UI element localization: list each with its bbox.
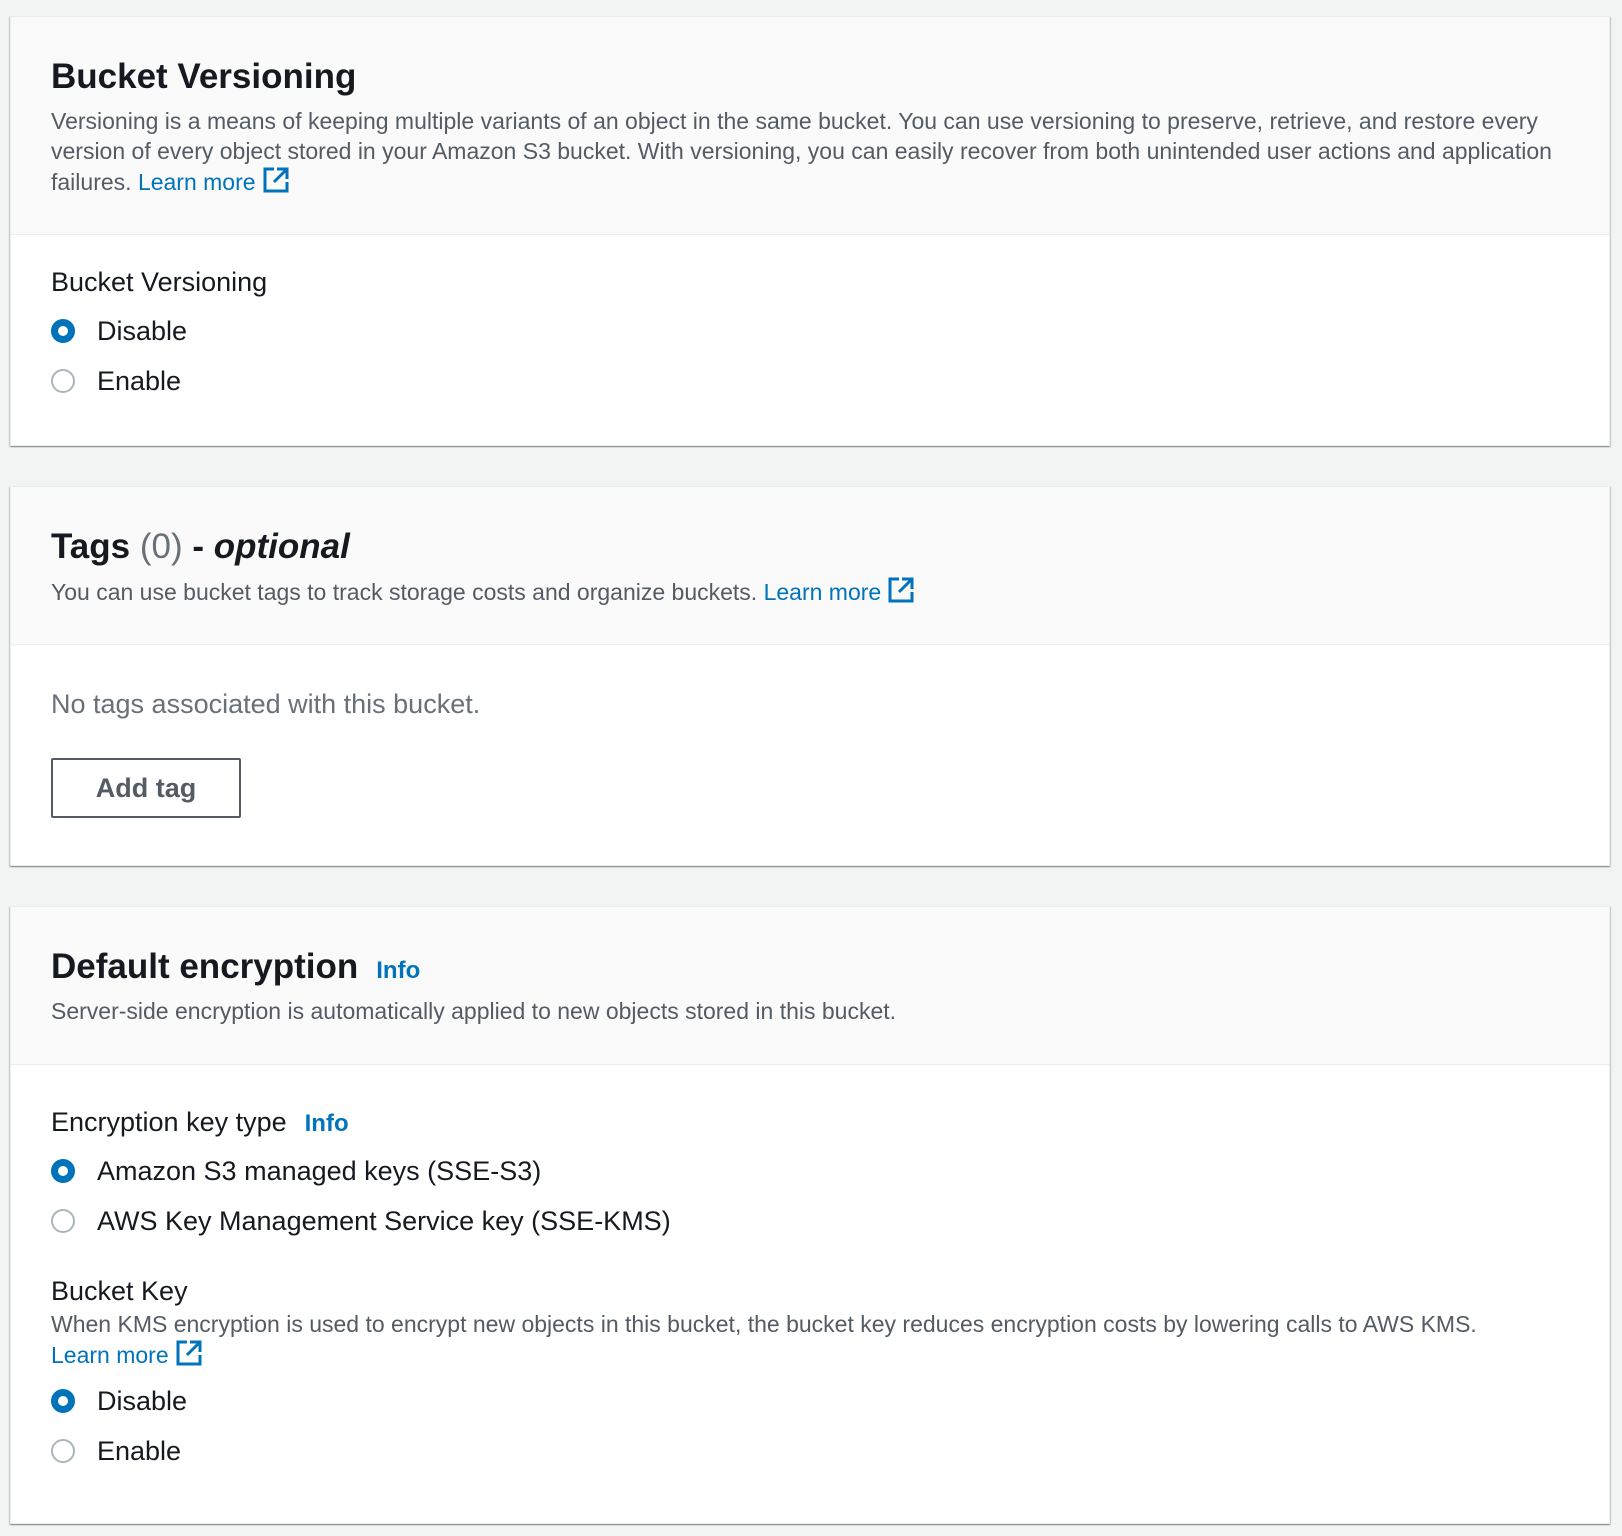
learn-more-link[interactable]: Learn more: [51, 1340, 203, 1368]
sse-s3-label: Amazon S3 managed keys (SSE-S3): [97, 1155, 542, 1186]
external-link-icon: [175, 1339, 203, 1374]
sse-s3-option[interactable]: Amazon S3 managed keys (SSE-S3): [51, 1146, 1569, 1196]
bucket-versioning-panel: Bucket Versioning Versioning is a means …: [10, 16, 1610, 446]
tags-actions: Add tag: [51, 758, 1569, 818]
radio-selected-icon[interactable]: [51, 1389, 75, 1413]
tags-title-text: Tags: [51, 527, 131, 566]
encryption-key-type-radio-group: Amazon S3 managed keys (SSE-S3) AWS Key …: [51, 1146, 1569, 1246]
radio-unselected-icon[interactable]: [51, 1439, 75, 1463]
learn-more-link[interactable]: Learn more: [137, 167, 290, 195]
info-link[interactable]: Info: [305, 1110, 349, 1137]
versioning-disable-label: Disable: [97, 315, 188, 346]
learn-more-link[interactable]: Learn more: [763, 577, 916, 605]
bucket-versioning-field-label: Bucket Versioning: [51, 267, 268, 297]
tags-description-text: You can use bucket tags to track storage…: [51, 579, 758, 605]
bucket-versioning-title: Bucket Versioning: [51, 57, 357, 96]
bucket-key-radio-group: Disable Enable: [51, 1376, 1569, 1476]
tags-title-separator: -: [192, 527, 204, 566]
versioning-enable-label: Enable: [97, 365, 182, 396]
sse-kms-option[interactable]: AWS Key Management Service key (SSE-KMS): [51, 1196, 1569, 1246]
default-encryption-panel: Default encryption Info Server-side encry…: [10, 906, 1610, 1524]
radio-unselected-icon[interactable]: [51, 369, 75, 393]
learn-more-label: Learn more: [763, 579, 882, 605]
radio-selected-icon[interactable]: [51, 1159, 75, 1183]
tags-title: Tags (0) - optional: [51, 529, 1569, 564]
radio-unselected-icon[interactable]: [51, 1209, 75, 1233]
info-link[interactable]: Info: [376, 957, 420, 984]
default-encryption-title-row: Default encryption Info: [51, 949, 1569, 984]
bucket-versioning-radio-group: Disable Enable: [51, 306, 1569, 406]
bucket-versioning-description: Versioning is a means of keeping multipl…: [51, 106, 1569, 201]
versioning-disable-option[interactable]: Disable: [51, 306, 1569, 356]
learn-more-label: Learn more: [51, 1342, 169, 1368]
external-link-icon: [262, 166, 290, 201]
bucket-key-enable-label: Enable: [97, 1435, 182, 1466]
default-encryption-description: Server-side encryption is automatically …: [51, 998, 897, 1024]
add-tag-button[interactable]: Add tag: [51, 758, 241, 818]
tags-optional: optional: [213, 527, 350, 566]
default-encryption-header: Default encryption Info Server-side encry…: [11, 907, 1609, 1065]
bucket-key-description: When KMS encryption is used to encrypt n…: [51, 1309, 1569, 1374]
bucket-key-disable-option[interactable]: Disable: [51, 1376, 1569, 1426]
tags-body: No tags associated with this bucket. Add…: [11, 645, 1609, 818]
bucket-key-disable-label: Disable: [97, 1385, 188, 1416]
learn-more-label: Learn more: [137, 169, 256, 195]
bucket-key-enable-option[interactable]: Enable: [51, 1426, 1569, 1476]
encryption-key-type-label: Encryption key type: [51, 1107, 287, 1137]
default-encryption-title: Default encryption: [51, 947, 359, 986]
tags-description: You can use bucket tags to track storage…: [51, 576, 1569, 611]
bucket-key-description-text: When KMS encryption is used to encrypt n…: [51, 1311, 1477, 1337]
tags-panel: Tags (0) - optional You can use bucket t…: [10, 486, 1610, 866]
tags-header: Tags (0) - optional You can use bucket t…: [11, 487, 1609, 645]
external-link-icon: [887, 576, 915, 611]
encryption-key-type-label-row: Encryption key type Info: [51, 1107, 1569, 1138]
default-encryption-body: Encryption key type Info Amazon S3 manage…: [11, 1065, 1609, 1476]
bucket-versioning-body: Bucket Versioning Disable Enable: [11, 235, 1609, 406]
bucket-key-label: Bucket Key: [51, 1276, 188, 1306]
tags-empty-text: No tags associated with this bucket.: [51, 689, 481, 719]
sse-kms-label: AWS Key Management Service key (SSE-KMS): [97, 1205, 671, 1236]
radio-selected-icon[interactable]: [51, 319, 75, 343]
versioning-enable-option[interactable]: Enable: [51, 356, 1569, 406]
tags-count: (0): [139, 527, 183, 566]
bucket-versioning-header: Bucket Versioning Versioning is a means …: [11, 17, 1609, 235]
